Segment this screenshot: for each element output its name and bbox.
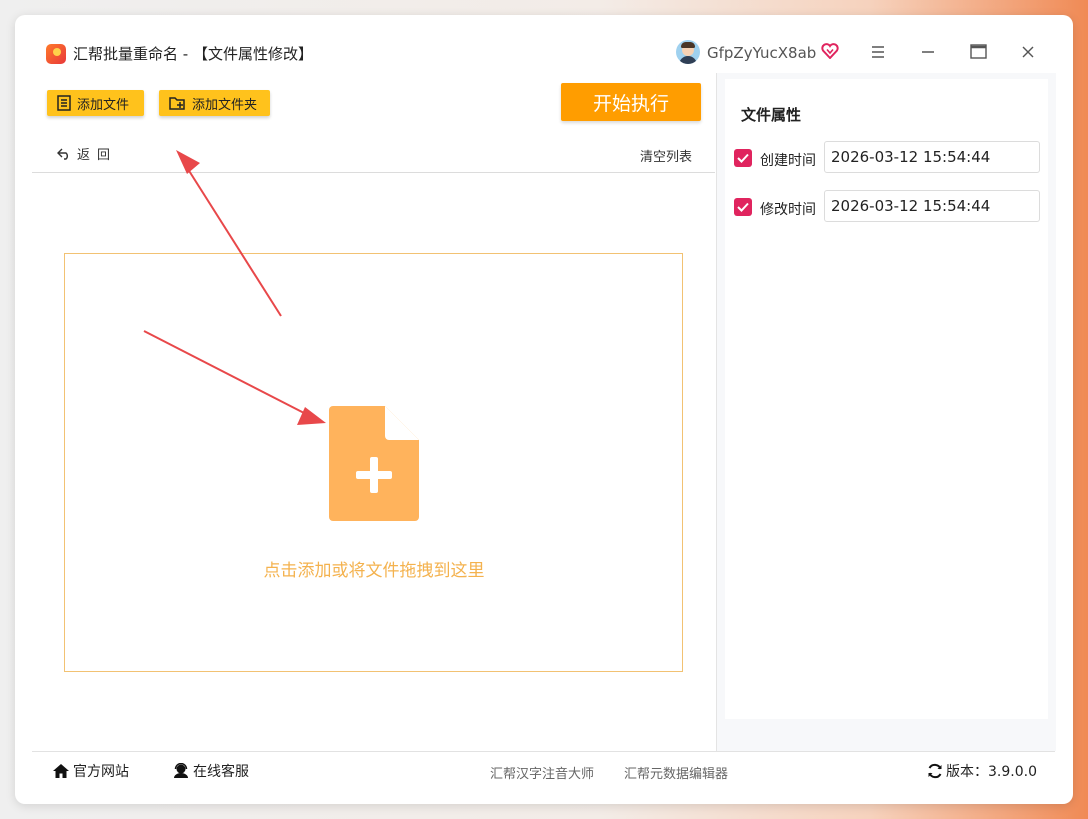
official-website-label: 官方网站: [73, 764, 129, 780]
panel-title: 文件属性: [741, 106, 802, 124]
app-window: 汇帮批量重命名 - 【文件属性修改】 GfpZyYucX8ab 添加文件 添加文…: [15, 15, 1073, 804]
add-file-button[interactable]: 添加文件: [47, 90, 144, 116]
checkmark-icon: [737, 153, 749, 163]
minimize-icon[interactable]: [916, 41, 940, 63]
footer-link-pinyin[interactable]: 汇帮汉字注音大师: [490, 763, 594, 782]
vip-heart-icon[interactable]: [821, 43, 839, 59]
checkmark-icon: [737, 202, 749, 212]
back-label: 返回: [77, 147, 118, 163]
add-folder-button[interactable]: 添加文件夹: [159, 90, 270, 116]
file-add-icon[interactable]: [329, 406, 419, 521]
online-support-label: 在线客服: [193, 764, 249, 780]
back-button[interactable]: 返回: [57, 145, 118, 163]
create-time-label: 创建时间: [760, 153, 816, 169]
add-file-label: 添加文件: [77, 97, 130, 113]
close-icon[interactable]: [1016, 41, 1040, 63]
properties-card: [725, 79, 1048, 719]
username[interactable]: GfpZyYucX8ab: [707, 44, 816, 62]
maximize-icon[interactable]: [966, 41, 990, 63]
version-info[interactable]: 版本：3.9.0.0: [927, 762, 1037, 780]
clear-list-button[interactable]: 清空列表: [640, 146, 692, 165]
add-file-icon: [57, 95, 71, 111]
official-website-link[interactable]: 官方网站: [52, 762, 129, 780]
modify-time-input[interactable]: [824, 190, 1040, 222]
modify-time-label: 修改时间: [760, 202, 816, 218]
app-logo-icon: [46, 44, 66, 64]
home-icon: [53, 764, 69, 778]
footer-divider: [32, 751, 1055, 752]
support-icon: [174, 763, 188, 778]
drop-hint: 点击添加或将文件拖拽到这里: [263, 561, 485, 581]
menu-icon[interactable]: [866, 41, 890, 63]
title-bar: 汇帮批量重命名 - 【文件属性修改】 GfpZyYucX8ab: [15, 15, 1073, 73]
start-button[interactable]: 开始执行: [561, 83, 701, 121]
back-arrow-icon: [57, 148, 68, 160]
online-support-link[interactable]: 在线客服: [172, 762, 249, 780]
window-title: 汇帮批量重命名 - 【文件属性修改】: [73, 45, 313, 63]
add-folder-label: 添加文件夹: [192, 97, 258, 113]
footer-link-metadata[interactable]: 汇帮元数据编辑器: [624, 763, 728, 782]
modify-time-checkbox[interactable]: [734, 198, 752, 216]
create-time-input[interactable]: [824, 141, 1040, 173]
add-folder-icon: [169, 96, 185, 110]
list-divider: [32, 172, 715, 173]
refresh-icon: [928, 763, 942, 779]
version-label: 版本：3.9.0.0: [946, 764, 1037, 780]
user-avatar[interactable]: [676, 40, 700, 64]
create-time-checkbox[interactable]: [734, 149, 752, 167]
